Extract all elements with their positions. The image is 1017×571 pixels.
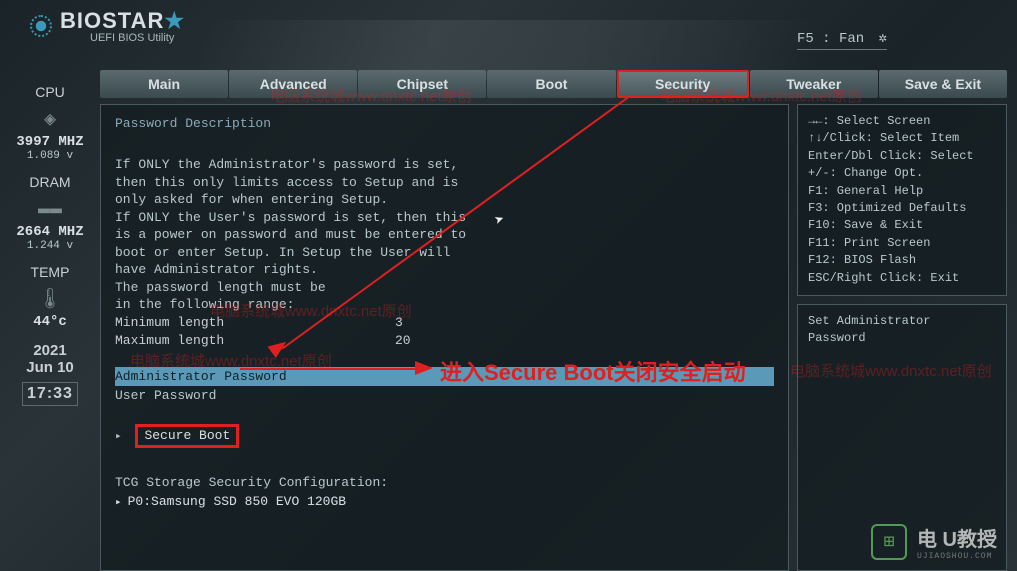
tab-security[interactable]: Security: [617, 70, 749, 98]
min-length-label: Minimum length: [115, 314, 395, 332]
max-length-label: Maximum length: [115, 332, 395, 350]
cpu-status: CPU ◈ 3997 MHZ 1.089 v: [6, 84, 94, 162]
help-line: F11: Print Screen: [808, 235, 996, 252]
logo-badge-icon: ⊞: [871, 524, 907, 560]
cpu-title: CPU: [6, 84, 94, 100]
tab-save-exit[interactable]: Save & Exit: [879, 70, 1007, 98]
help-line: F1: General Help: [808, 183, 996, 200]
thermometer-icon: 🌡: [6, 284, 94, 314]
tab-chipset[interactable]: Chipset: [358, 70, 486, 98]
logo-text: 电 U教授: [917, 529, 997, 551]
tab-tweaker[interactable]: Tweaker: [750, 70, 878, 98]
info-line: Password: [808, 330, 996, 347]
menu-secure-boot[interactable]: Secure Boot: [115, 423, 774, 449]
temp-value: 44°c: [6, 314, 94, 330]
max-length-value: 20: [395, 332, 774, 350]
temp-title: TEMP: [6, 264, 94, 280]
datetime-block: 2021 Jun 10 17:33: [6, 342, 94, 406]
date-year: 2021: [6, 342, 94, 359]
menu-admin-password[interactable]: Administrator Password: [115, 367, 774, 387]
dram-status: DRAM ▬▬ 2664 MHZ 1.244 v: [6, 174, 94, 252]
tab-bar: Main Advanced Chipset Boot Security Twea…: [100, 70, 1007, 98]
menu-storage-device[interactable]: P0:Samsung SSD 850 EVO 120GB: [115, 492, 774, 512]
min-length-value: 3: [395, 314, 774, 332]
dram-title: DRAM: [6, 174, 94, 190]
cpu-freq: 3997 MHZ: [6, 134, 94, 150]
help-line: Enter/Dbl Click: Select: [808, 148, 996, 165]
header: BIOSTAR★ UEFI BIOS Utility F5 : Fan ✲: [0, 0, 1017, 70]
menu-user-password[interactable]: User Password: [115, 386, 774, 406]
cpu-voltage: 1.089 v: [6, 150, 94, 162]
help-line: ESC/Right Click: Exit: [808, 270, 996, 287]
tab-advanced[interactable]: Advanced: [229, 70, 357, 98]
help-line: F12: BIOS Flash: [808, 252, 996, 269]
cpu-icon: ◈: [6, 104, 94, 134]
dram-freq: 2664 MHZ: [6, 224, 94, 240]
help-line: F3: Optimized Defaults: [808, 200, 996, 217]
fan-shortcut[interactable]: F5 : Fan ✲: [797, 30, 887, 50]
tab-main[interactable]: Main: [100, 70, 228, 98]
help-line: F10: Save & Exit: [808, 217, 996, 234]
left-status-rail: CPU ◈ 3997 MHZ 1.089 v DRAM ▬▬ 2664 MHZ …: [0, 70, 100, 571]
fan-icon: ✲: [879, 30, 887, 47]
password-description-title: Password Description: [115, 115, 774, 133]
security-content-panel: Password Description If ONLY the Adminis…: [100, 104, 789, 571]
gear-icon: [30, 15, 52, 37]
bottom-logo: ⊞ 电 U教授 UJIAOSHOU.COM: [871, 523, 997, 561]
help-line: →←: Select Screen: [808, 113, 996, 130]
help-line: ↑↓/Click: Select Item: [808, 130, 996, 147]
date-month-day: Jun 10: [6, 359, 94, 376]
logo-subtext: UJIAOSHOU.COM: [917, 552, 997, 561]
time-value: 17:33: [22, 382, 78, 406]
brand-subtitle: UEFI BIOS Utility: [90, 32, 185, 44]
tcg-label: TCG Storage Security Configuration:: [115, 474, 774, 492]
help-line: +/-: Change Opt.: [808, 165, 996, 182]
brand-name: BIOSTAR★: [60, 8, 185, 34]
temp-status: TEMP 🌡 44°c: [6, 264, 94, 330]
key-help-panel: →←: Select Screen ↑↓/Click: Select Item …: [797, 104, 1007, 296]
dram-voltage: 1.244 v: [6, 240, 94, 252]
info-line: Set Administrator: [808, 313, 996, 330]
secure-boot-label: Secure Boot: [135, 424, 239, 448]
tab-boot[interactable]: Boot: [487, 70, 615, 98]
password-description-text: If ONLY the Administrator's password is …: [115, 156, 774, 314]
dram-icon: ▬▬: [6, 194, 94, 224]
